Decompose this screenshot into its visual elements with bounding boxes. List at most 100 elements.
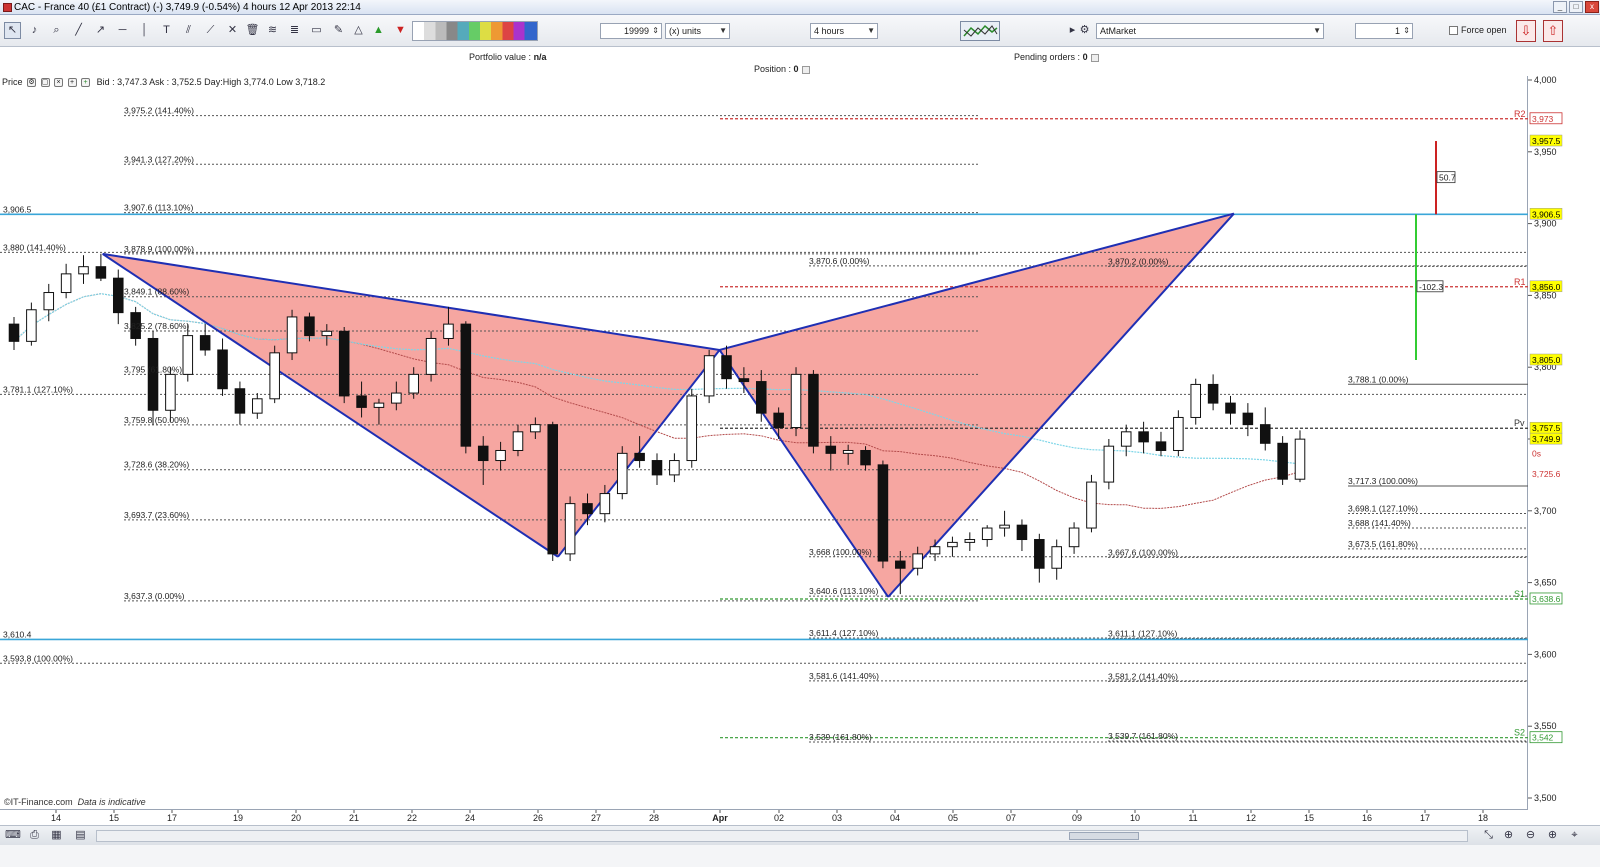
candle-body — [495, 449, 506, 462]
properties-icon[interactable]: ▤ — [72, 827, 89, 844]
print-icon[interactable]: ⎙ — [26, 827, 43, 844]
spinner-icon[interactable]: ⇕ — [652, 24, 659, 38]
close-icon[interactable]: × — [54, 78, 64, 88]
measure-down-label: -102.3 — [1419, 282, 1443, 292]
keyboard-icon[interactable]: ⌨ — [4, 827, 21, 844]
fib-level-label: 3,907.6 (113.10%) — [124, 203, 193, 213]
x-tick-label: 16 — [1362, 813, 1372, 823]
fibonacci-tool-icon[interactable]: ≋ — [264, 22, 281, 39]
spinner-icon[interactable]: ⇕ — [1403, 24, 1410, 38]
timeframe-select[interactable]: 4 hours ▼ — [810, 23, 878, 39]
ray-tool-icon[interactable]: ↗ — [92, 22, 109, 39]
parallel-tool-icon[interactable]: ⫽ — [180, 22, 197, 39]
zoom-tool-icon[interactable]: ⌕ — [48, 22, 65, 39]
pivot-price-label: 3,973 — [1532, 114, 1554, 124]
candle-body — [964, 539, 976, 543]
pivot-label: R2 — [1514, 109, 1526, 119]
restore-button[interactable]: □ — [1569, 1, 1583, 13]
candle-body — [286, 316, 298, 354]
candle-body — [582, 503, 593, 515]
timeframe-value: 4 hours — [814, 26, 845, 36]
position-details-icon[interactable] — [802, 65, 811, 74]
y-tick-label: 3,700 — [1534, 506, 1557, 516]
fib-level-label: 3,878.9 (100.00%) — [124, 244, 194, 254]
plus-green-icon[interactable]: + — [81, 78, 91, 88]
candle-body — [808, 373, 819, 447]
window-icon[interactable]: ▢ — [40, 78, 50, 88]
zoom-in-icon[interactable]: ⊕ — [1544, 827, 1561, 844]
candle-body — [60, 273, 72, 294]
x-tick-label: Apr — [712, 813, 728, 823]
pivot-price-label: 3,542 — [1532, 733, 1554, 743]
portfolio-value-row: Portfolio value : n/a — [469, 52, 547, 62]
price-tag-label: 0s — [1532, 448, 1541, 458]
price-badge-label: 3,805.0 — [1532, 355, 1561, 365]
trendline-tool-icon[interactable]: ╱ — [70, 22, 87, 39]
app-icon — [3, 3, 12, 12]
vertical-line-tool-icon[interactable]: │ — [136, 22, 153, 39]
calculator-icon[interactable]: ▦ — [48, 827, 65, 844]
settings-icon[interactable]: ⚙ — [27, 78, 37, 88]
candle-body — [443, 323, 454, 339]
chart-type-button[interactable] — [960, 21, 1000, 41]
chart-area[interactable]: Price ⚙ ▢ × + + Bid : 3,747.3 Ask : 3,75… — [0, 76, 1528, 809]
horizontal-scrollbar[interactable] — [96, 830, 1468, 842]
candle-body — [182, 335, 194, 375]
x-tick-label: 09 — [1072, 813, 1082, 823]
fib-level-label: 3,906.5 — [3, 204, 32, 214]
pencil-tool-icon[interactable]: ✎ — [330, 22, 347, 39]
arrow-up-icon[interactable]: ▲ — [370, 22, 387, 39]
sell-button[interactable]: ⇩ — [1516, 20, 1536, 42]
x-tick-label: 04 — [890, 813, 900, 823]
add-icon[interactable]: + — [67, 78, 77, 88]
chevron-down-icon[interactable]: ▼ — [1313, 24, 1321, 38]
chevron-down-icon[interactable]: ▼ — [867, 24, 875, 38]
alert-bell-icon[interactable]: ♪ — [26, 22, 43, 39]
fib-level-label: 3,668 (100.00%) — [809, 547, 872, 557]
pending-details-icon[interactable] — [1091, 53, 1100, 62]
candle-body — [8, 323, 20, 342]
order-settings-icon[interactable]: ⚙ — [1076, 22, 1093, 39]
candle-body — [721, 355, 732, 380]
price-badge-label: 3,957.5 — [1532, 136, 1561, 146]
zoom-out-icon[interactable]: ⊖ — [1522, 827, 1539, 844]
quantity-input[interactable]: 19999 ⇕ — [600, 23, 662, 39]
pointer-tool-icon[interactable]: ↖ — [4, 22, 21, 39]
tools-icon[interactable]: ✕ — [224, 22, 241, 39]
force-open-checkbox[interactable] — [1449, 26, 1458, 35]
x-tick-label: 02 — [774, 813, 784, 823]
scrollbar-thumb[interactable] — [1069, 832, 1139, 840]
quantity-value: 19999 — [623, 26, 649, 36]
lots-input[interactable]: 1 ⇕ — [1355, 23, 1413, 39]
color-palette[interactable] — [412, 21, 538, 41]
units-value: (x) units — [669, 26, 702, 36]
close-button[interactable]: x — [1585, 1, 1599, 13]
delete-icon[interactable]: 🗑 — [244, 22, 261, 39]
arrow-down-icon[interactable]: ▼ — [392, 22, 409, 39]
text-tool-icon[interactable]: T — [158, 22, 175, 39]
chevron-down-icon[interactable]: ▼ — [719, 24, 727, 38]
candle-body — [1277, 442, 1288, 480]
zoom-fit-icon[interactable]: ⊕ — [1500, 827, 1517, 844]
candle-body — [408, 373, 419, 394]
y-tick-label: 3,550 — [1534, 721, 1557, 731]
fib-level-label: 3,698.1 (127.10%) — [1348, 504, 1418, 514]
horizontal-line-tool-icon[interactable]: ─ — [114, 22, 131, 39]
buy-button[interactable]: ⇧ — [1543, 20, 1563, 42]
candle-body — [321, 330, 333, 337]
ruler-tool-icon[interactable]: ▭ — [308, 22, 325, 39]
fan-tool-icon[interactable]: ⟋ — [202, 22, 219, 39]
minimize-button[interactable]: _ — [1553, 1, 1567, 13]
price-chart[interactable]: R2 R1 Pv S1 S2 3,975.2 (141.40%) 3,941.3 (127.… — [0, 76, 1528, 809]
units-select[interactable]: (x) units ▼ — [665, 23, 730, 39]
fib-level-label: 3,539.7 (161.80%) — [1108, 731, 1178, 741]
x-tick-label: 19 — [233, 813, 243, 823]
crosshair-icon[interactable]: ⌖ — [1566, 827, 1583, 844]
triangle-tool-icon[interactable]: △ — [350, 22, 367, 39]
order-type-select[interactable]: AtMarket ▼ — [1096, 23, 1324, 39]
indicator-icon[interactable]: ⤡ — [1480, 827, 1497, 844]
x-tick-label: 15 — [109, 813, 119, 823]
fib-extension-tool-icon[interactable]: ≣ — [286, 22, 303, 39]
price-label: Price — [2, 77, 23, 87]
fib-level-label: 3,880 (141.40%) — [3, 242, 66, 252]
